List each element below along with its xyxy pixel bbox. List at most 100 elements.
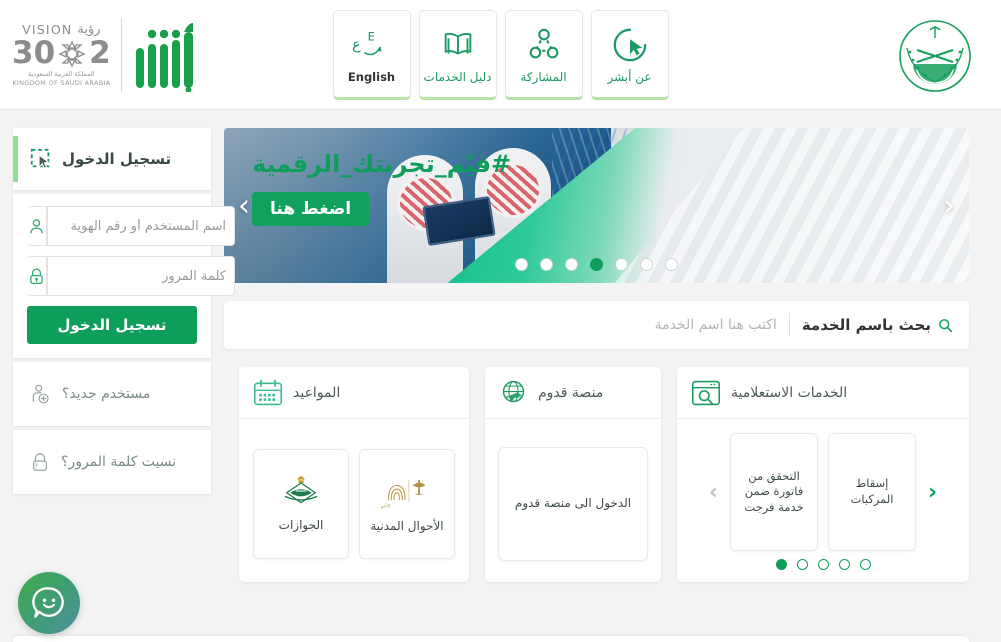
share-nodes-icon <box>525 24 563 66</box>
hero-dots[interactable] <box>224 258 969 271</box>
card-body: الأحوال المدنية الأحوال المدنية <box>239 419 469 582</box>
vision-2030-logo[interactable]: رؤية VISION 2 30 المملكة العربية السعودي… <box>12 22 111 88</box>
lock-question-icon: ? <box>29 451 51 473</box>
vision-year: 2 30 <box>12 38 111 69</box>
card-body: ‹ إسقاط المركبات التحقق من فاتورة ضمن خد… <box>677 419 969 559</box>
search-label-group: بحث باسم الخدمة <box>802 316 953 334</box>
inquiry-dots[interactable] <box>677 559 969 582</box>
page-body: #قيّم_تجربتك_الرقمية اضغط هنا ‹ › بحث با… <box>0 110 1001 582</box>
hero-cta-button[interactable]: اضغط هنا <box>252 192 370 226</box>
nav-label: المشاركة <box>520 70 567 84</box>
card-header: المواعيد <box>239 367 469 419</box>
inquiry-next-arrow[interactable]: › <box>707 480 720 505</box>
service-search-bar[interactable]: بحث باسم الخدمة <box>224 301 969 349</box>
inquiry-prev-arrow[interactable]: ‹ <box>926 480 939 505</box>
card-qadoum-platform: منصة قدوم الدخول الى منصة قدوم <box>485 367 661 582</box>
new-user-label: مستخدم جديد؟ <box>62 386 151 402</box>
login-header: تسجيل الدخول <box>13 128 211 190</box>
cursor-circle-icon <box>611 24 649 66</box>
header-nav: عن أبشر المشاركة دليل الخدمات E English <box>332 10 669 100</box>
tile-civil-affairs[interactable]: الأحوال المدنية الأحوال المدنية <box>359 448 455 559</box>
hero-dot-2[interactable] <box>615 258 628 271</box>
password-input[interactable] <box>47 256 235 296</box>
browser-search-icon <box>691 379 721 407</box>
card-header: الخدمات الاستعلامية <box>677 367 969 419</box>
nav-about-absher[interactable]: عن أبشر <box>590 10 669 100</box>
passports-emblem-logo <box>276 473 326 509</box>
hero-dot-3[interactable] <box>590 258 603 271</box>
inquiry-dot-4[interactable] <box>775 559 787 570</box>
new-user-link[interactable]: مستخدم جديد؟ <box>13 362 211 426</box>
hero-dot-5[interactable] <box>540 258 553 271</box>
search-input[interactable] <box>240 317 777 333</box>
nav-language-english[interactable]: ع E English <box>332 10 411 100</box>
inquiry-dot-3[interactable] <box>796 559 808 570</box>
service-cards-row: الخدمات الاستعلامية ‹ إسقاط المركبات الت… <box>224 367 969 582</box>
vision-sub-ar: المملكة العربية السعودية <box>28 70 95 79</box>
tile-label: الأحوال المدنية <box>370 519 444 534</box>
hero-dot-1[interactable] <box>640 258 653 271</box>
vision-sub-en: KINGDOM OF SAUDI ARABIA <box>12 79 111 87</box>
username-field-group[interactable] <box>27 206 235 246</box>
search-divider <box>788 313 790 337</box>
chat-assistant-button[interactable] <box>18 572 80 634</box>
tile-label: الجوازات <box>278 518 324 533</box>
main-column: #قيّم_تجربتك_الرقمية اضغط هنا ‹ › بحث با… <box>211 110 1001 582</box>
site-header: عن أبشر المشاركة دليل الخدمات E English … <box>0 0 1001 110</box>
absher-brand-logo[interactable] <box>132 18 204 92</box>
hero-prev-arrow[interactable]: ‹ <box>943 188 955 223</box>
hero-carousel[interactable]: #قيّم_تجربتك_الرقمية اضغط هنا ‹ › <box>224 128 969 283</box>
vision-year-part-30: 30 <box>12 35 56 72</box>
nav-participation[interactable]: المشاركة <box>504 10 583 100</box>
login-column: تسجيل الدخول اسم المستخدم أو رقم الهوية … <box>0 110 235 582</box>
hero-dot-0[interactable] <box>665 258 678 271</box>
nav-label: عن أبشر <box>607 70 652 84</box>
next-section-peek <box>13 636 969 642</box>
login-form: تسجيل الدخول <box>13 194 235 358</box>
login-header-block: تسجيل الدخول <box>13 128 211 190</box>
inquiry-dot-0[interactable] <box>859 559 871 570</box>
svg-text:الأحوال المدنية: الأحوال المدنية <box>381 503 390 510</box>
chat-bot-icon <box>29 583 69 623</box>
vision-2030-header-group: رؤية VISION 2 30 المملكة العربية السعودي… <box>12 8 204 102</box>
hero-dot-6[interactable] <box>515 258 528 271</box>
svg-text:ع: ع <box>353 37 361 53</box>
ministry-of-interior-logo[interactable] <box>897 18 973 94</box>
nav-services-guide[interactable]: دليل الخدمات <box>418 10 497 100</box>
nav-label: دليل الخدمات <box>423 70 492 84</box>
vision-divider <box>120 18 122 92</box>
login-panel: تسجيل الدخول اسم المستخدم أو رقم الهوية … <box>13 128 235 494</box>
hero-text-block: #قيّم_تجربتك_الرقمية اضغط هنا <box>252 150 511 226</box>
user-plus-icon <box>29 383 52 406</box>
card-body: الدخول الى منصة قدوم <box>485 419 661 582</box>
login-form-block: تسجيل الدخول <box>13 194 235 358</box>
globe-plane-icon <box>499 378 528 407</box>
tile-label: التحقق من فاتورة ضمن خدمة فرجت <box>744 468 804 514</box>
tile-passports[interactable]: الجوازات <box>253 448 349 559</box>
hero-dot-4[interactable] <box>565 258 578 271</box>
login-submit-button[interactable]: تسجيل الدخول <box>27 306 197 344</box>
calendar-icon <box>253 379 283 407</box>
password-field-group[interactable] <box>27 256 235 296</box>
civil-affairs-fingerprint-logo: الأحوال المدنية <box>381 472 433 510</box>
login-title: تسجيل الدخول <box>62 150 172 168</box>
username-input[interactable] <box>47 206 235 246</box>
cursor-select-icon <box>29 147 53 171</box>
nav-label: English <box>347 70 396 84</box>
card-title: المواعيد <box>293 384 341 401</box>
tile-label: الدخول الى منصة قدوم <box>514 496 632 511</box>
lock-icon <box>27 256 47 296</box>
tile-vehicle-scrap[interactable]: إسقاط المركبات <box>828 433 916 551</box>
card-appointments: المواعيد الأحو الأحوال المدنية الجوازات <box>239 367 469 582</box>
vision-year-part-2: 2 <box>89 35 111 72</box>
inquiry-dot-1[interactable] <box>838 559 850 570</box>
hero-next-arrow[interactable]: › <box>238 188 250 223</box>
forgot-password-block: ? نسيت كلمة المرور؟ <box>13 430 211 494</box>
svg-text:E: E <box>367 29 374 43</box>
tile-furjat-invoice-check[interactable]: التحقق من فاتورة ضمن خدمة فرجت <box>730 433 818 551</box>
card-header: منصة قدوم <box>485 367 661 419</box>
new-user-block: مستخدم جديد؟ <box>13 362 211 426</box>
inquiry-dot-2[interactable] <box>817 559 829 570</box>
tile-enter-qadoum[interactable]: الدخول الى منصة قدوم <box>498 446 648 561</box>
forgot-password-link[interactable]: ? نسيت كلمة المرور؟ <box>13 430 211 494</box>
